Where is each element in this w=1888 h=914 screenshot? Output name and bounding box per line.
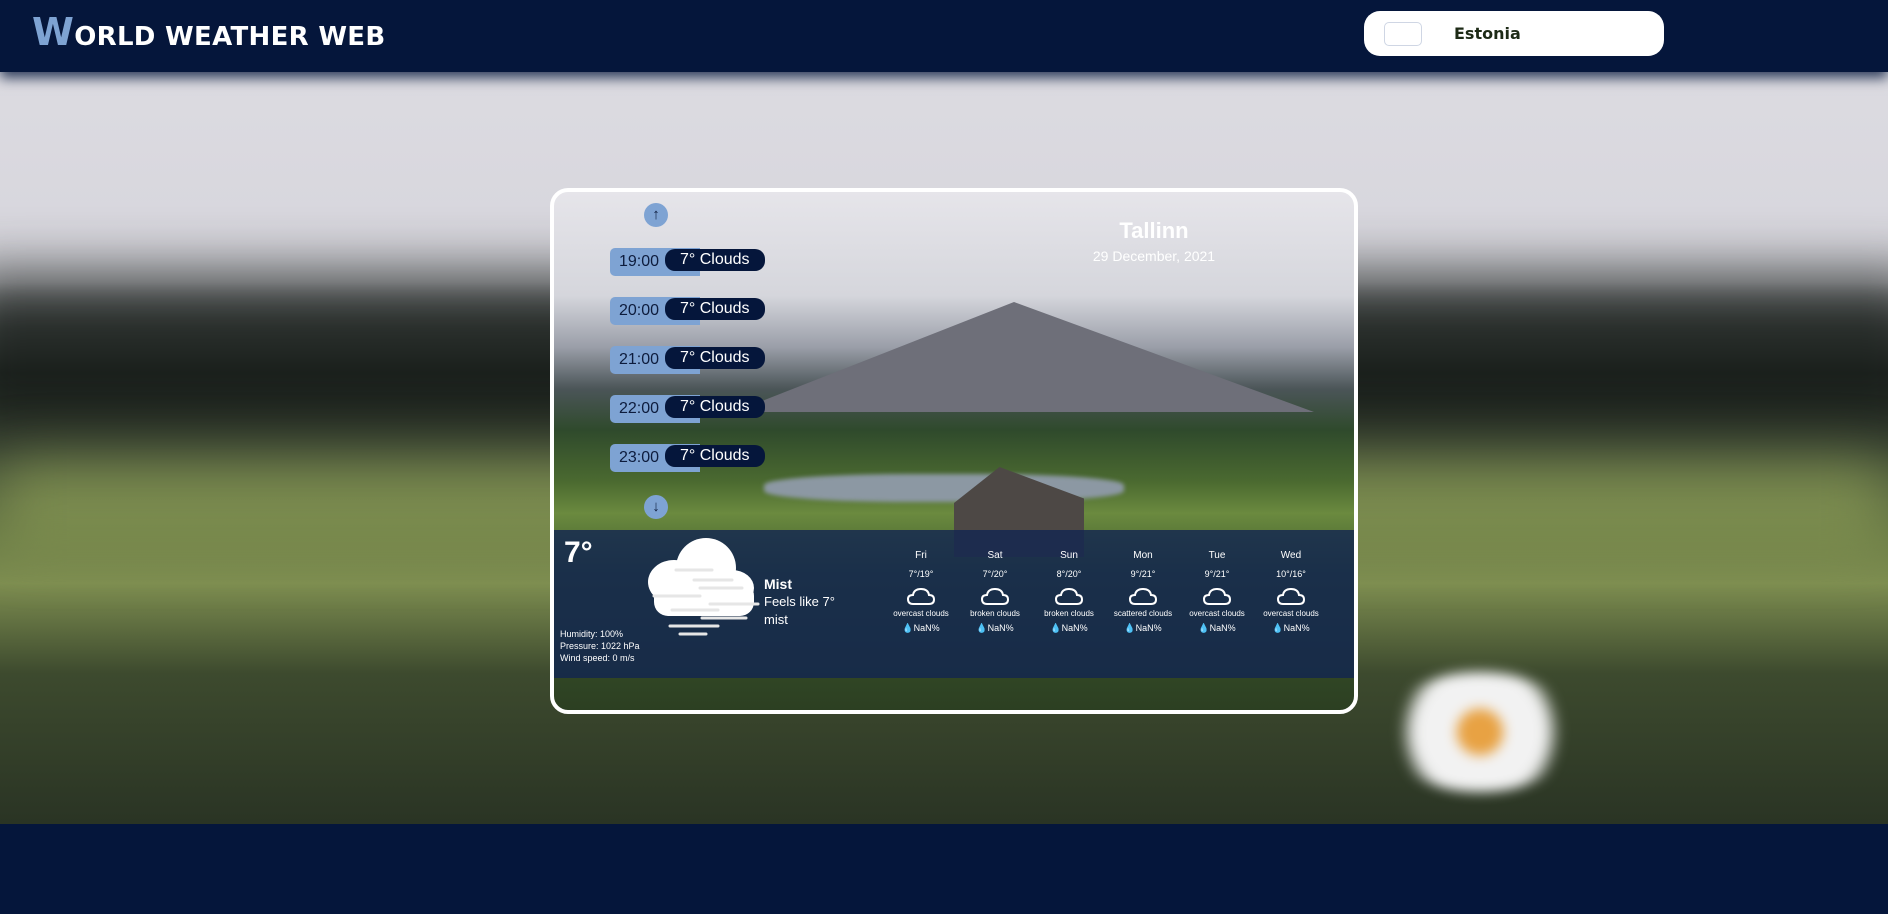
forecast-desc: broken clouds xyxy=(970,609,1020,618)
forecast-day-name: Wed xyxy=(1280,550,1302,561)
hourly-desc: 7° Clouds xyxy=(665,249,765,271)
logo-text: ORLD WEATHER WEB xyxy=(74,22,386,52)
weather-card: Tallinn 29 December, 2021 ↑ 19:00 7° Clo… xyxy=(550,188,1358,714)
forecast-minmax: 10°/16° xyxy=(1276,569,1306,579)
droplet-icon: 💧 xyxy=(1272,623,1284,633)
forecast-day: Fri 7°/19° overcast clouds 💧NaN% xyxy=(884,550,958,634)
background-flower xyxy=(1380,672,1580,792)
hourly-desc: 7° Clouds xyxy=(665,396,765,418)
logo-initial: W xyxy=(32,10,75,54)
forecast-humidity: 💧NaN% xyxy=(1124,623,1162,633)
app-logo[interactable]: WORLD WEATHER WEB xyxy=(32,10,385,54)
cloud-icon xyxy=(884,587,958,607)
arrow-up-icon: ↑ xyxy=(652,206,660,223)
scroll-up-button[interactable]: ↑ xyxy=(644,203,668,227)
forecast-day: Mon 9°/21° scattered clouds 💧NaN% xyxy=(1106,550,1180,634)
droplet-icon: 💧 xyxy=(1124,623,1136,633)
current-weather-panel: 7° Mist Feels like 7° mist Humidity: 100… xyxy=(554,530,1354,678)
forecast-humidity: 💧NaN% xyxy=(902,623,940,633)
cloud-icon xyxy=(1254,587,1328,607)
pressure-stat: Pressure: 1022 hPa xyxy=(560,641,640,651)
droplet-icon: 💧 xyxy=(1198,623,1210,633)
current-description: mist xyxy=(764,612,788,627)
city-name: Tallinn xyxy=(1119,218,1189,243)
cloud-icon xyxy=(1032,587,1106,607)
footer-bar xyxy=(0,824,1888,914)
forecast-desc: overcast clouds xyxy=(1189,609,1245,618)
search-input[interactable]: Estonia xyxy=(1364,11,1664,56)
forecast-desc: overcast clouds xyxy=(1263,609,1319,618)
droplet-icon: 💧 xyxy=(976,623,988,633)
wind-stat: Wind speed: 0 m/s xyxy=(560,653,635,663)
current-date: 29 December, 2021 xyxy=(1092,248,1216,264)
forecast-day-name: Fri xyxy=(915,550,927,561)
search-icon[interactable] xyxy=(1384,22,1422,46)
hourly-desc: 7° Clouds xyxy=(665,445,765,467)
forecast-day: Tue 9°/21° overcast clouds 💧NaN% xyxy=(1180,550,1254,634)
forecast-minmax: 8°/20° xyxy=(1056,569,1082,579)
current-stats: Humidity: 100% Pressure: 1022 hPa Wind s… xyxy=(560,628,640,664)
forecast-day: Sun 8°/20° broken clouds 💧NaN% xyxy=(1032,550,1106,634)
current-condition: Mist xyxy=(764,576,792,592)
forecast-desc: broken clouds xyxy=(1044,609,1094,618)
daily-forecast: Fri 7°/19° overcast clouds 💧NaN% Sat 7°/… xyxy=(884,550,1336,660)
card-mountains xyxy=(734,302,1314,412)
hourly-desc: 7° Clouds xyxy=(665,347,765,369)
forecast-minmax: 9°/21° xyxy=(1204,569,1230,579)
forecast-humidity: 💧NaN% xyxy=(1272,623,1310,633)
arrow-down-icon: ↓ xyxy=(652,498,660,515)
forecast-day: Sat 7°/20° broken clouds 💧NaN% xyxy=(958,550,1032,634)
droplet-icon: 💧 xyxy=(1050,623,1062,633)
droplet-icon: 💧 xyxy=(902,623,914,633)
forecast-humidity: 💧NaN% xyxy=(1198,623,1236,633)
search-value: Estonia xyxy=(1454,24,1521,43)
cloud-icon xyxy=(958,587,1032,607)
forecast-day: Wed 10°/16° overcast clouds 💧NaN% xyxy=(1254,550,1328,634)
forecast-desc: scattered clouds xyxy=(1113,609,1173,618)
forecast-minmax: 7°/19° xyxy=(908,569,934,579)
scroll-down-button[interactable]: ↓ xyxy=(644,495,668,519)
forecast-day-name: Sat xyxy=(987,550,1003,561)
forecast-humidity: 💧NaN% xyxy=(976,623,1014,633)
forecast-day-name: Mon xyxy=(1133,550,1153,561)
mist-cloud-icon xyxy=(648,538,760,636)
hourly-desc: 7° Clouds xyxy=(665,298,765,320)
forecast-day-name: Tue xyxy=(1208,550,1226,561)
forecast-desc: overcast clouds xyxy=(893,609,949,618)
feels-like: Feels like 7° xyxy=(764,594,835,609)
forecast-minmax: 9°/21° xyxy=(1130,569,1156,579)
current-temperature: 7° xyxy=(564,536,593,569)
forecast-day-name: Sun xyxy=(1060,550,1078,561)
forecast-minmax: 7°/20° xyxy=(982,569,1008,579)
top-bar: WORLD WEATHER WEB Estonia xyxy=(0,0,1888,72)
cloud-icon xyxy=(1180,587,1254,607)
humidity-stat: Humidity: 100% xyxy=(560,629,624,639)
forecast-humidity: 💧NaN% xyxy=(1050,623,1088,633)
cloud-icon xyxy=(1106,587,1180,607)
